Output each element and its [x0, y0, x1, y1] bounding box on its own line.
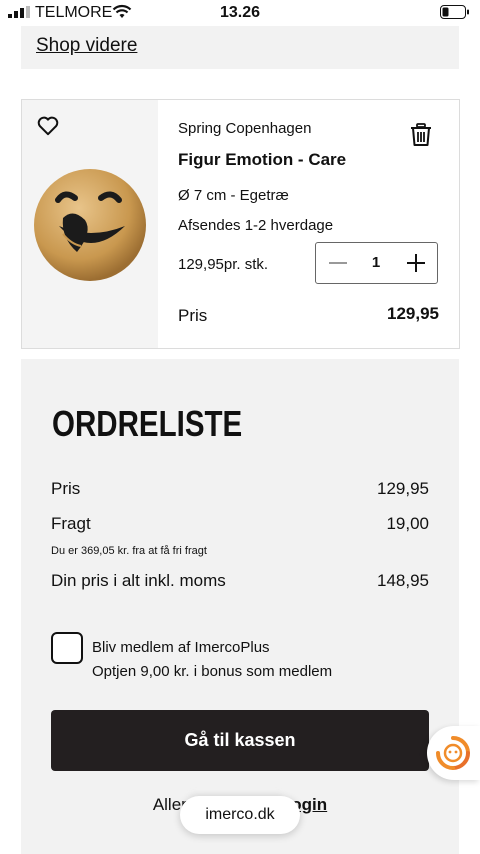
minus-icon[interactable]: [326, 251, 350, 275]
product-image: [34, 169, 146, 281]
order-summary: ORDRELISTE Pris 129,95 Fragt 19,00 Du er…: [21, 359, 459, 854]
plus-icon[interactable]: [404, 251, 428, 275]
clock: 13.26: [219, 4, 261, 21]
battery-icon: [440, 5, 469, 19]
free-shipping-note: Du er 369,05 kr. fra at få fri fragt: [51, 545, 207, 557]
product-title[interactable]: Figur Emotion - Care: [178, 150, 346, 170]
quantity-value[interactable]: 1: [361, 254, 391, 271]
status-bar: TELMORE 13.26: [0, 0, 480, 26]
quantity-stepper: 1: [315, 242, 438, 284]
continue-shopping-link[interactable]: Shop videre: [36, 35, 137, 57]
unit-price: 129,95pr. stk.: [178, 256, 269, 273]
product-variant: Ø 7 cm - Egetræ: [178, 187, 289, 204]
shipping-time: Afsendes 1-2 hverdage: [178, 217, 334, 234]
cart-item-card: Spring Copenhagen Figur Emotion - Care Ø…: [21, 99, 460, 349]
membership-checkbox[interactable]: [51, 632, 83, 664]
chat-button[interactable]: [427, 726, 480, 780]
membership-bonus: Optjen 9,00 kr. i bonus som medlem: [92, 663, 333, 680]
chat-icon: [436, 736, 470, 770]
shipping-label: Fragt: [51, 514, 91, 533]
checkout-button[interactable]: Gå til kassen: [51, 710, 429, 771]
total-label: Din pris i alt inkl. moms: [51, 571, 226, 590]
shipping-value: 19,00: [386, 514, 429, 533]
trash-icon[interactable]: [410, 123, 432, 147]
subtotal-value: 129,95: [377, 479, 429, 498]
heart-icon[interactable]: [37, 116, 59, 136]
order-title: ORDRELISTE: [52, 403, 243, 444]
product-brand: Spring Copenhagen: [178, 120, 312, 137]
item-price-value: 129,95: [387, 304, 439, 323]
total-value: 148,95: [377, 571, 429, 590]
membership-label: Bliv medlem af ImercoPlus: [92, 639, 270, 656]
item-price-label: Pris: [178, 306, 208, 325]
subtotal-label: Pris: [51, 479, 81, 498]
browser-url-pill[interactable]: imerco.dk: [180, 796, 300, 834]
